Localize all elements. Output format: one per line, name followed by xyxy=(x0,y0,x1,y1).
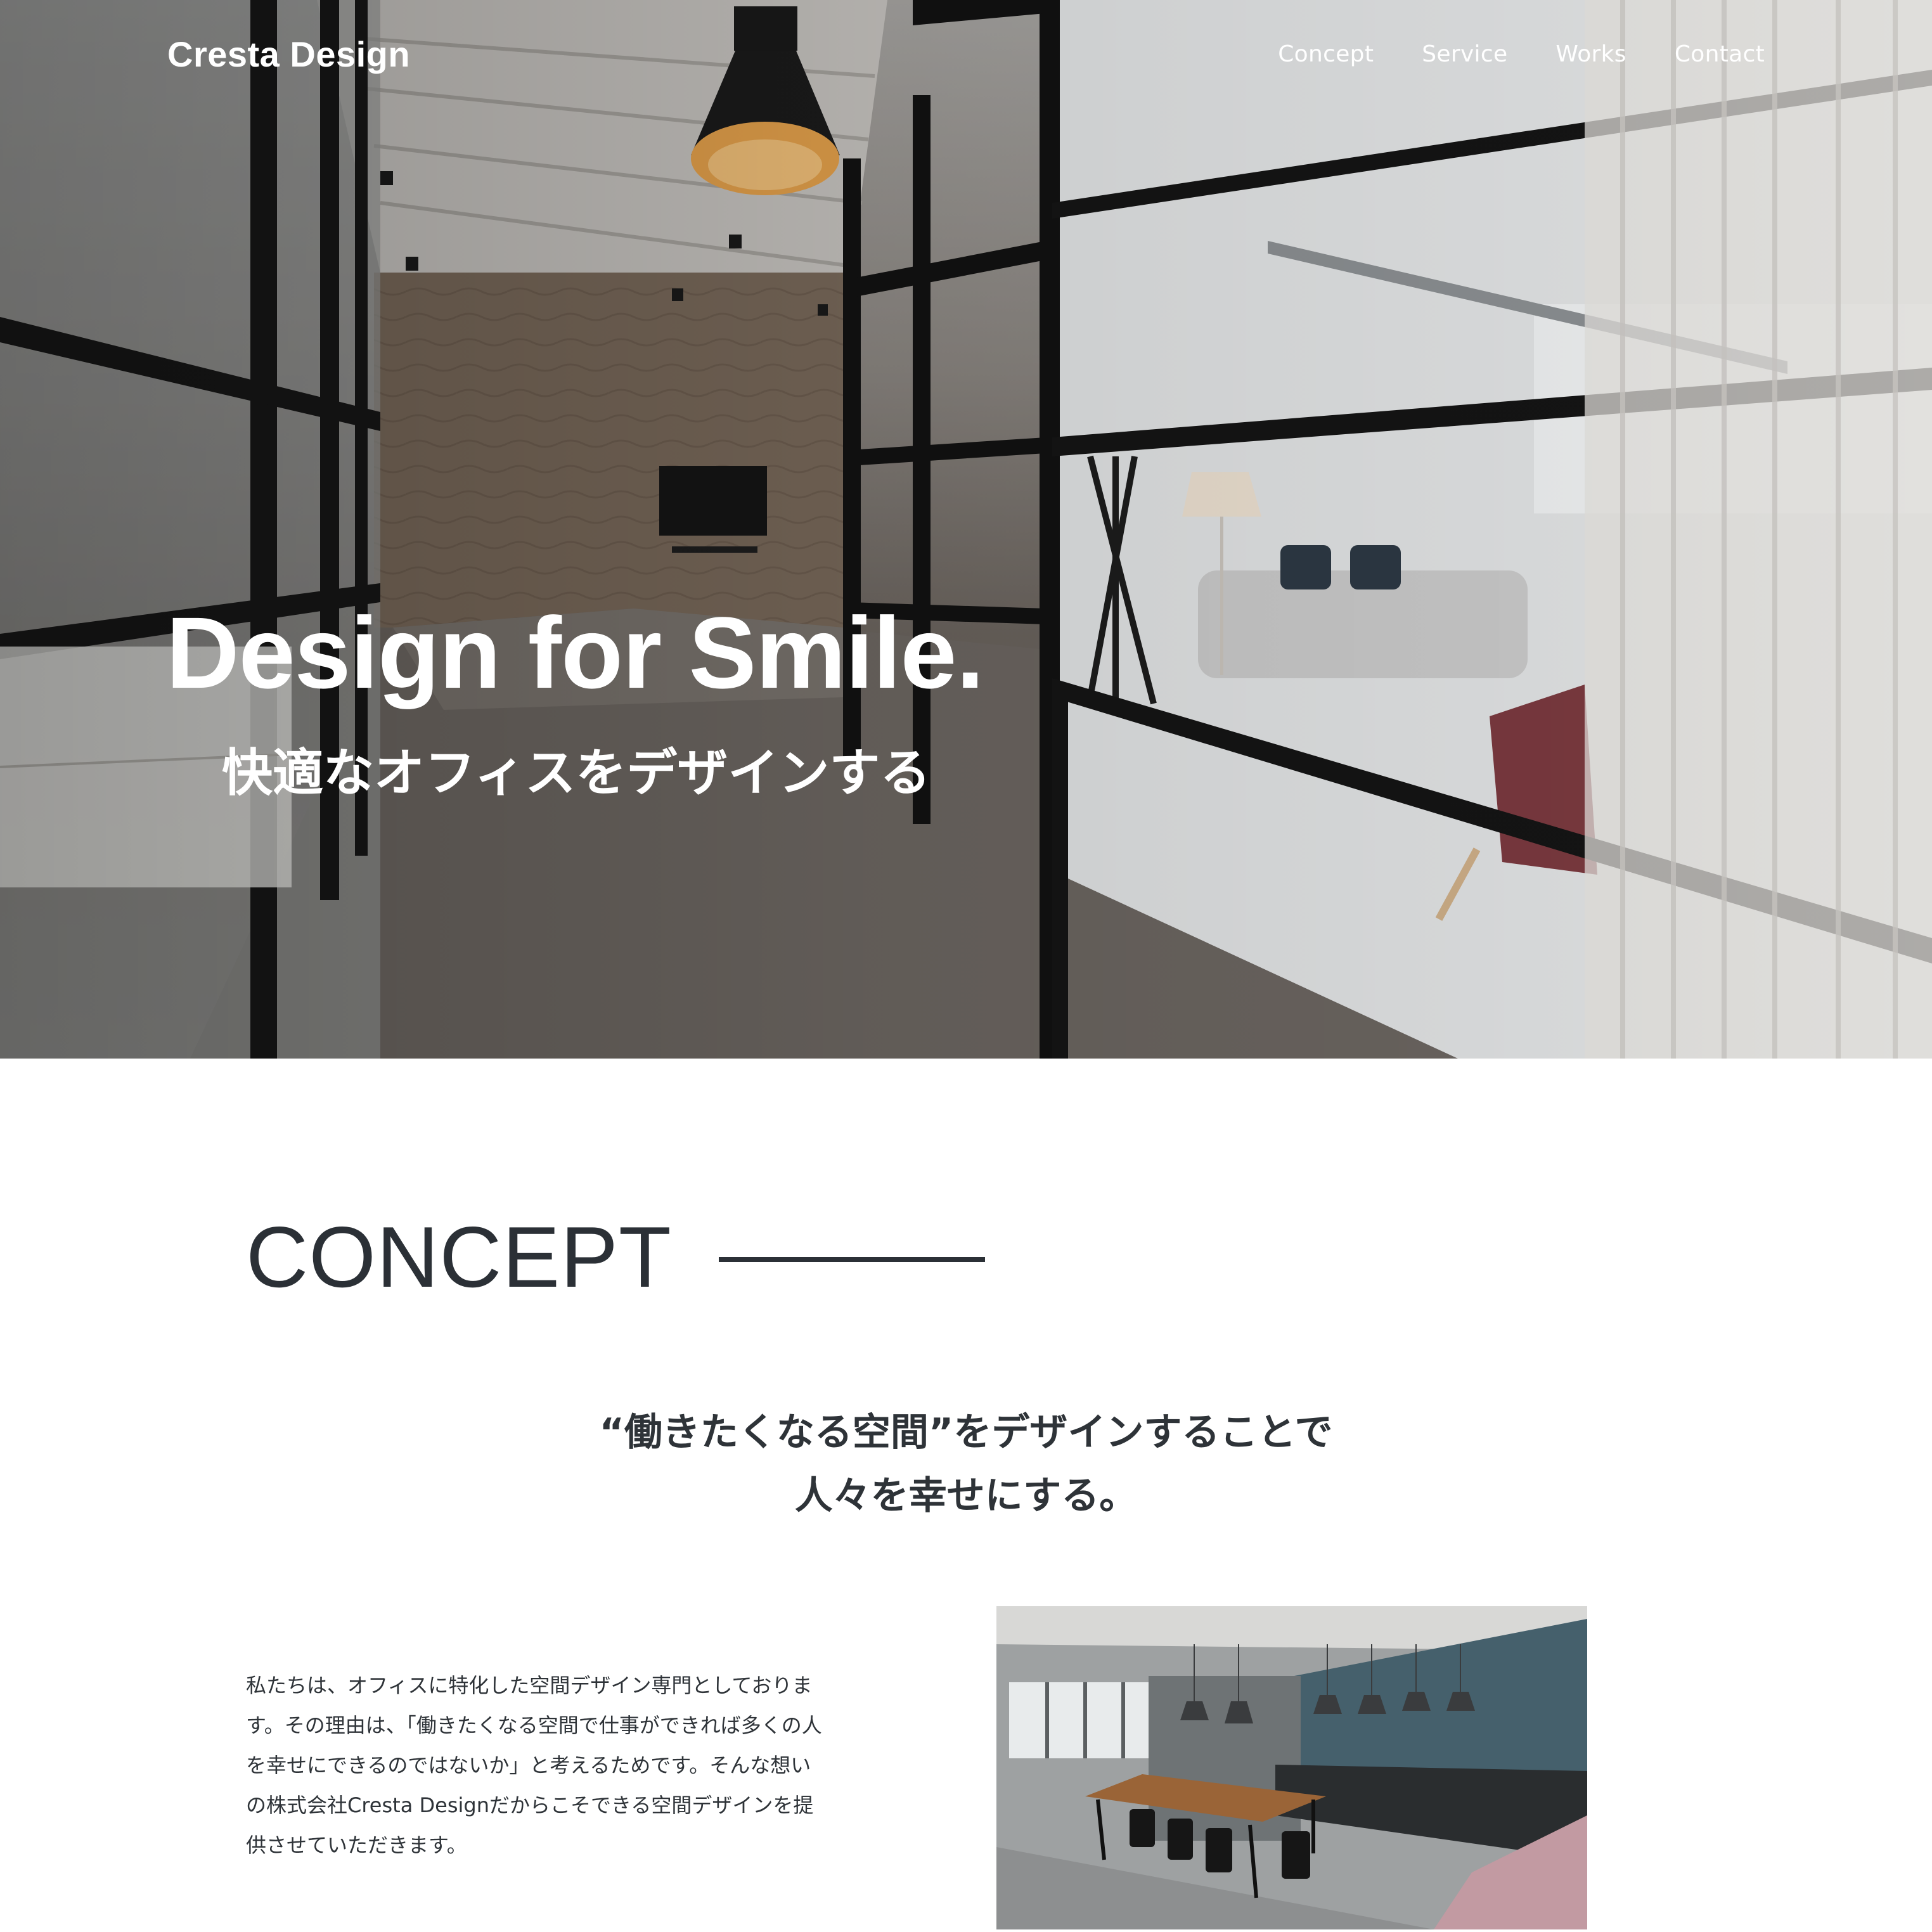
nav-link-concept[interactable]: Concept xyxy=(1278,41,1374,67)
nav-link-works[interactable]: Works xyxy=(1555,41,1626,67)
site-logo[interactable]: Cresta Design xyxy=(167,34,410,75)
nav-link-service[interactable]: Service xyxy=(1422,41,1507,67)
concept-lead: “働きたくなる空間”をデザインすることで 人々を幸せにする。 xyxy=(0,1401,1932,1528)
main-nav: Concept Service Works Contact xyxy=(1278,41,1765,67)
concept-image xyxy=(996,1606,1587,1929)
nav-link-contact[interactable]: Contact xyxy=(1675,41,1765,67)
concept-heading: CONCEPT xyxy=(246,1214,985,1300)
concept-lead-line-1: “働きたくなる空間”をデザインすることで xyxy=(599,1410,1333,1455)
concept-body: 私たちは、オフィスに特化した空間デザイン専門としております。その理由は、「働きた… xyxy=(246,1673,822,1857)
hero-title: Design for Smile. xyxy=(166,596,984,709)
hero-section: Cresta Design Concept Service Works Cont… xyxy=(0,0,1932,1059)
hero-overlay xyxy=(0,0,1932,1059)
concept-lead-line-2: 人々を幸せにする。 xyxy=(794,1474,1138,1518)
concept-title: CONCEPT xyxy=(246,1209,672,1305)
heading-divider xyxy=(718,1257,985,1262)
hero-subtitle: 快適なオフィスをデザインする xyxy=(222,744,931,802)
site-header: Cresta Design Concept Service Works Cont… xyxy=(167,32,1765,76)
